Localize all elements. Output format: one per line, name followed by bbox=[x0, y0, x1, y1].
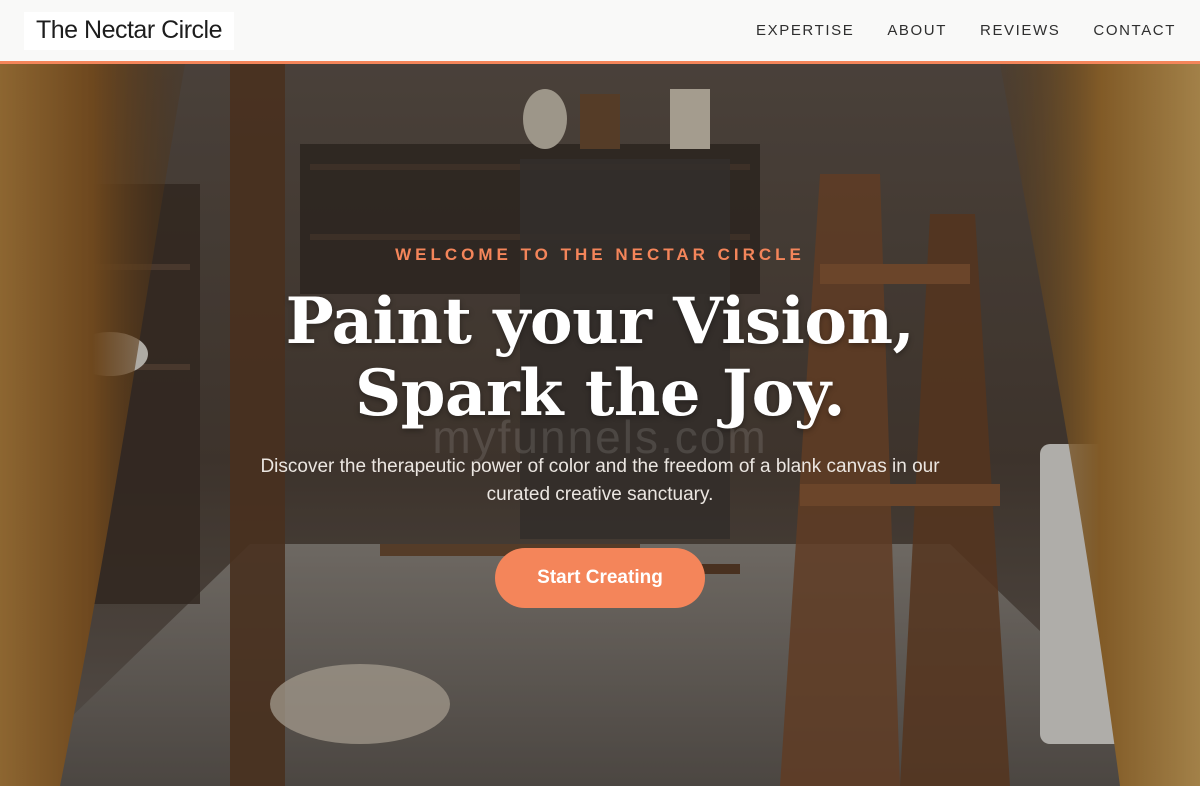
brand-logo[interactable]: The Nectar Circle bbox=[24, 11, 234, 50]
nav-link-contact[interactable]: CONTACT bbox=[1093, 22, 1176, 39]
nav-link-expertise[interactable]: EXPERTISE bbox=[756, 22, 854, 39]
hero-eyebrow: WELCOME TO THE NECTAR CIRCLE bbox=[395, 245, 805, 264]
nav-item-expertise: EXPERTISE bbox=[756, 22, 854, 40]
nav-item-about: ABOUT bbox=[887, 22, 947, 40]
nav-link-about[interactable]: ABOUT bbox=[887, 22, 947, 39]
hero-section: myfunnels.com WELCOME TO THE NECTAR CIRC… bbox=[0, 64, 1200, 786]
nav-menu: EXPERTISE ABOUT REVIEWS CONTACT bbox=[756, 22, 1176, 40]
start-creating-button[interactable]: Start Creating bbox=[495, 548, 705, 608]
page-bottom-strip bbox=[0, 786, 1200, 800]
nav-item-reviews: REVIEWS bbox=[980, 22, 1060, 40]
hero-subtext: Discover the therapeutic power of color … bbox=[260, 456, 940, 505]
nav-item-contact: CONTACT bbox=[1093, 22, 1176, 40]
hero-headline-line2: Spark the Joy. bbox=[355, 356, 845, 431]
top-navbar: The Nectar Circle EXPERTISE ABOUT REVIEW… bbox=[0, 0, 1200, 64]
nav-link-reviews[interactable]: REVIEWS bbox=[980, 22, 1060, 39]
hero-headline-line1: Paint your Vision, bbox=[285, 284, 915, 359]
hero-headline: Paint your Vision, Spark the Joy. bbox=[0, 286, 1200, 430]
hero-content: WELCOME TO THE NECTAR CIRCLE Paint your … bbox=[0, 64, 1200, 786]
